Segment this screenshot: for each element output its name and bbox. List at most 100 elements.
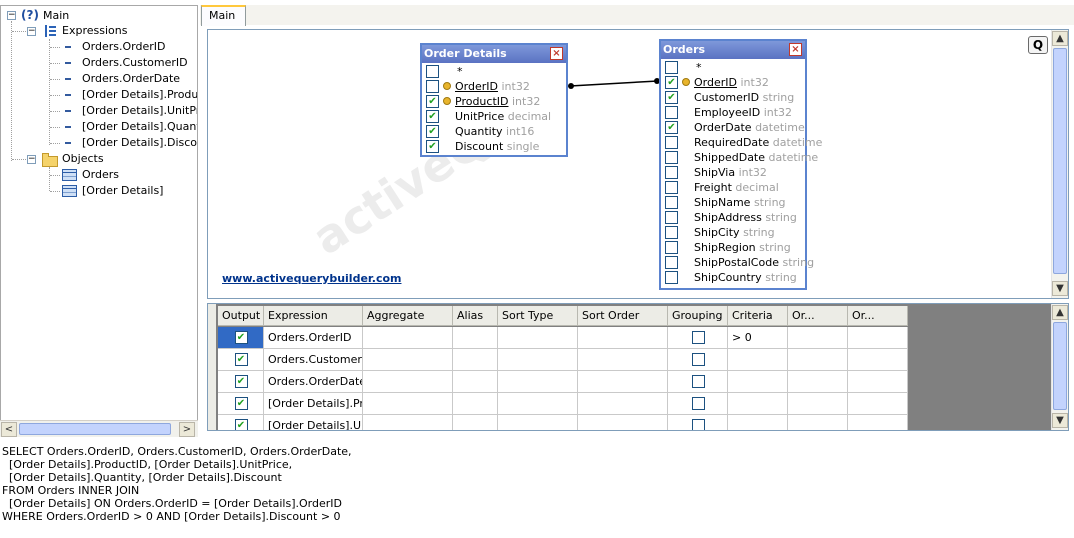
grid-cell[interactable] <box>788 349 848 371</box>
scrollbar-thumb[interactable] <box>1053 48 1067 274</box>
output-checkbox[interactable]: ✔ <box>234 397 248 410</box>
grid-cell[interactable] <box>453 371 498 393</box>
scroll-up-button[interactable]: ▲ <box>1052 305 1068 320</box>
grouping-checkbox[interactable] <box>691 331 705 344</box>
datasource-field-row[interactable]: Freight decimal <box>663 180 803 195</box>
grid-cell[interactable] <box>363 393 453 415</box>
scrollbar-thumb[interactable] <box>19 423 171 435</box>
tab-main[interactable]: Main <box>201 5 246 26</box>
grid-cell-expression[interactable]: [Order Details].Pr... <box>264 393 363 415</box>
checkbox[interactable] <box>426 80 439 93</box>
grid-cell[interactable]: ✔ <box>218 371 264 393</box>
grid-cell[interactable] <box>363 371 453 393</box>
checkbox[interactable] <box>426 65 439 78</box>
grouping-checkbox[interactable] <box>691 419 705 430</box>
grid-cell[interactable] <box>453 393 498 415</box>
grid-cell-criteria[interactable] <box>728 415 788 430</box>
grid-cell[interactable] <box>578 327 668 349</box>
checkbox-checked[interactable]: ✔ <box>426 140 439 153</box>
scroll-down-button[interactable]: ▼ <box>1052 281 1068 296</box>
datasource-orders[interactable]: Orders × * ✔ OrderID int32 ✔ CustomerID stri… <box>659 39 822 290</box>
tree-node-object[interactable]: Orders <box>82 167 119 183</box>
query-diagram-canvas[interactable]: activeQ Order Details × * OrderID int32 ✔ P… <box>207 29 1069 299</box>
grid-cell[interactable] <box>788 327 848 349</box>
tree-node-expression[interactable]: Orders.OrderDate <box>82 71 180 87</box>
datasource-field-row[interactable]: ShipRegion string <box>663 240 803 255</box>
grid-column-header[interactable]: Grouping <box>668 306 728 326</box>
datasource-field-row[interactable]: ShipCity string <box>663 225 803 240</box>
datasource-title[interactable]: Orders <box>661 41 805 59</box>
grid-cell[interactable] <box>578 371 668 393</box>
grid-cell[interactable] <box>788 371 848 393</box>
grid-cell[interactable] <box>668 327 728 349</box>
checkbox[interactable] <box>665 211 678 224</box>
grid-cell[interactable] <box>578 393 668 415</box>
checkbox[interactable] <box>665 61 678 74</box>
datasource-field-row[interactable]: EmployeeID int32 <box>663 105 803 120</box>
datasource-field-row[interactable]: * <box>663 60 803 75</box>
grouping-checkbox[interactable] <box>691 353 705 366</box>
grid-cell-criteria[interactable] <box>728 371 788 393</box>
datasource-field-row[interactable]: * <box>424 64 564 79</box>
grid-cell[interactable] <box>453 327 498 349</box>
grid-cell[interactable] <box>848 371 908 393</box>
datasource-field-row[interactable]: ShipCountry string <box>663 270 803 285</box>
datasource-order-details[interactable]: Order Details × * OrderID int32 ✔ ProductID… <box>420 43 568 157</box>
join-line[interactable] <box>569 80 659 87</box>
output-checkbox[interactable]: ✔ <box>234 419 248 430</box>
scroll-right-button[interactable]: > <box>179 422 195 437</box>
grouping-checkbox[interactable] <box>691 397 705 410</box>
join-link[interactable] <box>208 30 1069 299</box>
grid-column-header[interactable]: Output <box>218 306 264 326</box>
datasource-field-row[interactable]: ✔ Discount single <box>424 139 564 154</box>
output-checkbox[interactable]: ✔ <box>234 331 248 344</box>
tree-node-objects[interactable]: Objects <box>62 151 104 167</box>
grid-cell[interactable] <box>848 349 908 371</box>
checkbox[interactable] <box>665 151 678 164</box>
grid-cell[interactable] <box>668 371 728 393</box>
grid-column-header[interactable]: Criteria <box>728 306 788 326</box>
scroll-up-button[interactable]: ▲ <box>1052 31 1068 46</box>
grid-cell-expression[interactable]: Orders.CustomerID <box>264 349 363 371</box>
tree-horizontal-scrollbar[interactable]: < > <box>0 420 198 437</box>
website-link[interactable]: www.activequerybuilder.com <box>222 272 401 285</box>
tree-node-expression[interactable]: [Order Details].ProductID <box>82 87 197 103</box>
grid-cell[interactable] <box>363 349 453 371</box>
grid-cell[interactable] <box>363 415 453 430</box>
grid-cell[interactable] <box>668 393 728 415</box>
tree-node-expression[interactable]: Orders.OrderID <box>82 39 165 55</box>
checkbox-checked[interactable]: ✔ <box>426 95 439 108</box>
grid-cell[interactable] <box>498 327 578 349</box>
grid-cell[interactable] <box>498 415 578 430</box>
grid-cell-criteria[interactable]: > 0 <box>728 327 788 349</box>
checkbox-checked[interactable]: ✔ <box>665 76 678 89</box>
query-columns-grid[interactable]: Output Expression Aggregate Alias Sort Type S… <box>207 303 1069 431</box>
scroll-left-button[interactable]: < <box>1 422 17 437</box>
grid-cell-expression[interactable]: Orders.OrderID <box>264 327 363 349</box>
checkbox[interactable] <box>665 226 678 239</box>
datasource-field-row[interactable]: ShipVia int32 <box>663 165 803 180</box>
sql-text-area[interactable]: SELECT Orders.OrderID, Orders.CustomerID… <box>0 441 1074 538</box>
checkbox[interactable] <box>665 136 678 149</box>
grid-cell[interactable]: ✔ <box>218 327 264 349</box>
datasource-field-row[interactable]: ✔ OrderID int32 <box>663 75 803 90</box>
grid-cell[interactable] <box>498 349 578 371</box>
checkbox[interactable] <box>665 106 678 119</box>
grid-cell[interactable] <box>363 327 453 349</box>
grid-cell[interactable] <box>578 349 668 371</box>
grid-cell[interactable]: ✔ <box>218 415 264 430</box>
grid-column-header[interactable]: Or... <box>848 306 908 326</box>
grid-cell-expression[interactable]: [Order Details].U... <box>264 415 363 430</box>
datasource-field-row[interactable]: ✔ CustomerID string <box>663 90 803 105</box>
grid-cell[interactable] <box>498 393 578 415</box>
grid-cell[interactable]: ✔ <box>218 349 264 371</box>
checkbox-checked[interactable]: ✔ <box>665 121 678 134</box>
query-properties-button[interactable]: Q <box>1028 36 1048 54</box>
grid-cell[interactable]: ✔ <box>218 393 264 415</box>
checkbox-checked[interactable]: ✔ <box>665 91 678 104</box>
grid-cell-criteria[interactable] <box>728 349 788 371</box>
diagram-vertical-scrollbar[interactable]: ▲ ▼ <box>1051 30 1068 298</box>
grid-vertical-scrollbar[interactable]: ▲ ▼ <box>1051 304 1068 430</box>
tree-node-expression[interactable]: [Order Details].UnitPrice <box>82 103 197 119</box>
tree-node-expression[interactable]: [Order Details].Quantity <box>82 119 197 135</box>
